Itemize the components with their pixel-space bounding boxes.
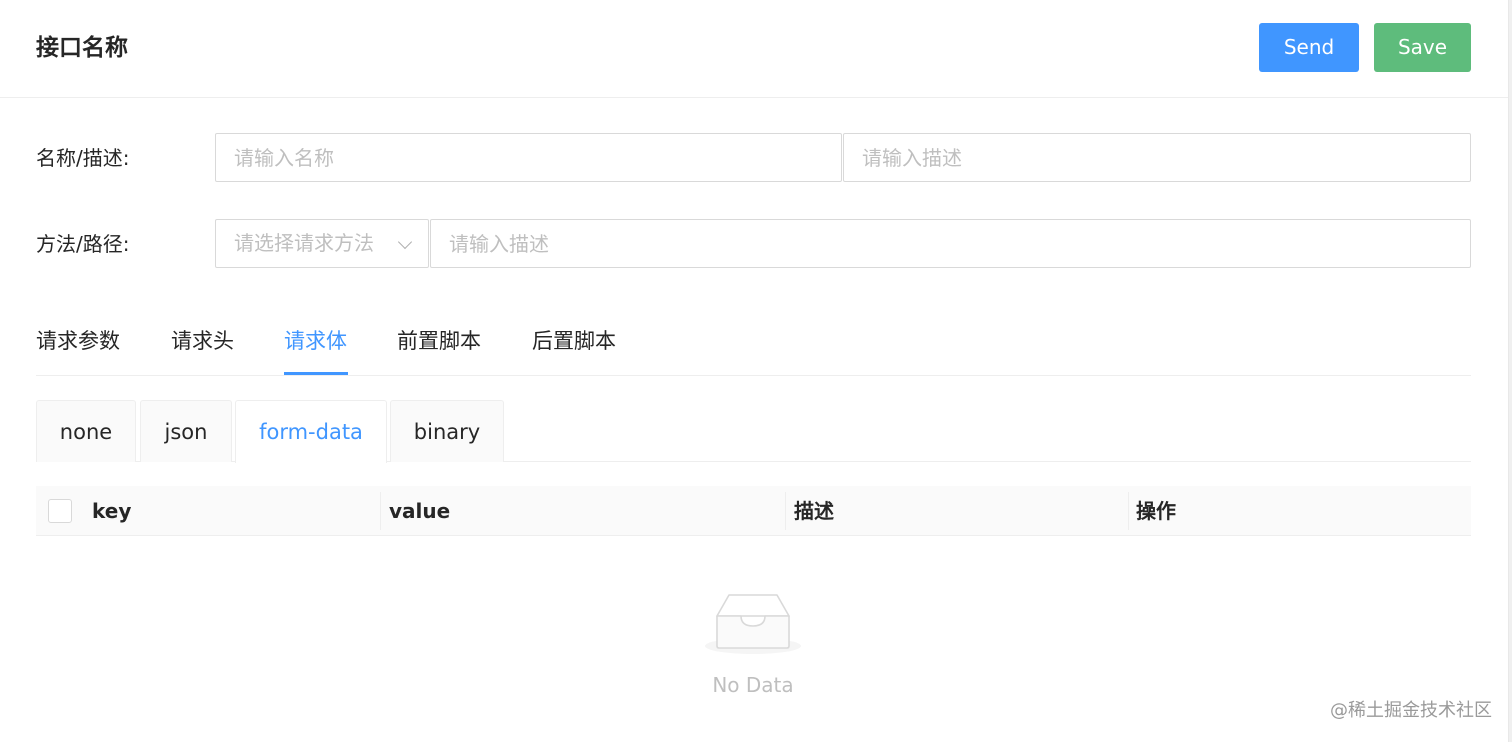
empty-inbox-icon xyxy=(705,594,801,654)
watermark: @稀土掘金技术社区 xyxy=(1330,700,1492,721)
column-actions: 操作 xyxy=(1136,499,1176,523)
column-divider xyxy=(785,492,786,530)
description-input[interactable] xyxy=(843,133,1471,182)
method-path-label: 方法/路径: xyxy=(36,232,130,256)
page-title: 接口名称 xyxy=(36,35,128,61)
api-editor-page: 接口名称 Send Save 名称/描述: 方法/路径: 请选择请求方法 请求参… xyxy=(0,0,1512,742)
tab-request-params[interactable]: 请求参数 xyxy=(36,326,120,356)
method-select-placeholder: 请选择请求方法 xyxy=(234,231,374,255)
active-tab-indicator xyxy=(284,372,348,375)
column-divider xyxy=(1128,492,1129,530)
select-all-checkbox[interactable] xyxy=(48,499,72,523)
body-type-json[interactable]: json xyxy=(140,400,232,462)
column-key: key xyxy=(92,499,132,523)
column-description: 描述 xyxy=(794,499,834,523)
name-input[interactable] xyxy=(215,133,842,182)
header: 接口名称 Send Save xyxy=(0,0,1508,98)
body-type-tabs: none json form-data binary xyxy=(36,400,1471,463)
table-header: key value 描述 操作 xyxy=(36,486,1471,536)
path-input[interactable] xyxy=(430,219,1471,268)
chevron-down-icon xyxy=(397,234,413,250)
send-button[interactable]: Send xyxy=(1259,23,1359,72)
tab-pre-script[interactable]: 前置脚本 xyxy=(397,326,481,356)
tab-post-script[interactable]: 后置脚本 xyxy=(532,326,616,356)
empty-state-text: No Data xyxy=(712,673,794,697)
column-value: value xyxy=(389,499,451,523)
save-button[interactable]: Save xyxy=(1374,23,1471,72)
body-type-binary[interactable]: binary xyxy=(390,400,504,462)
body-type-none[interactable]: none xyxy=(36,400,136,462)
name-desc-label: 名称/描述: xyxy=(36,146,130,170)
tab-request-headers[interactable]: 请求头 xyxy=(171,326,234,356)
body-type-form-data[interactable]: form-data xyxy=(235,400,387,463)
column-divider xyxy=(380,492,381,530)
method-select[interactable]: 请选择请求方法 xyxy=(215,219,429,268)
scrollbar-track[interactable] xyxy=(1508,0,1512,742)
request-tabs: 请求参数 请求头 请求体 前置脚本 后置脚本 xyxy=(36,318,1471,376)
tab-request-body[interactable]: 请求体 xyxy=(284,326,347,356)
